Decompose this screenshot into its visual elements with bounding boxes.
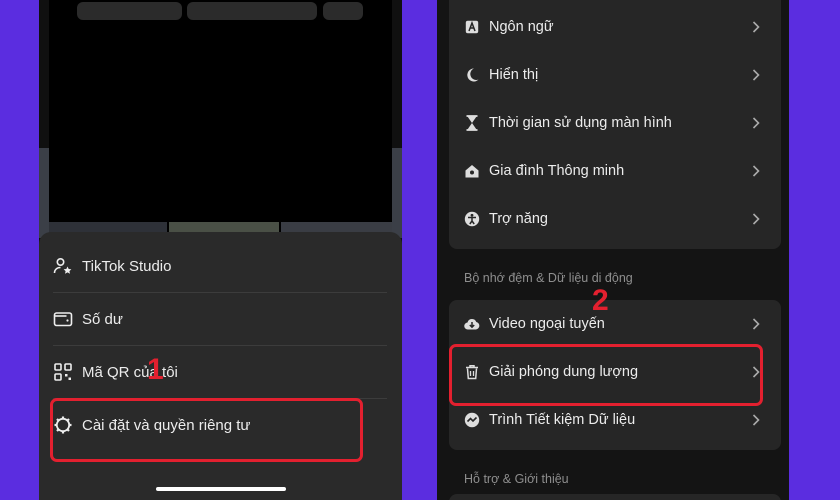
- settings-item-label: Ngôn ngữ: [489, 19, 554, 35]
- chevron-right-icon: [751, 21, 761, 33]
- person-star-icon: [53, 256, 73, 276]
- section-header-cache: Bộ nhớ đệm & Dữ liệu di động: [464, 271, 633, 285]
- settings-item-label: Thời gian sử dụng màn hình: [489, 115, 672, 131]
- settings-group-display: Ngôn ngữ Hiển thị Thời gian sử dụng màn …: [449, 0, 781, 249]
- menu-item-tiktok-studio[interactable]: TikTok Studio: [53, 240, 387, 293]
- wallet-icon: [53, 309, 73, 329]
- settings-group-support: [449, 494, 781, 500]
- chevron-right-icon: [751, 117, 761, 129]
- menu-item-balance[interactable]: Số dư: [53, 293, 387, 346]
- menu-item-label: Số dư: [82, 310, 123, 328]
- settings-item-screen-time[interactable]: Thời gian sử dụng màn hình: [449, 99, 781, 147]
- data-saver-icon: [464, 412, 480, 428]
- settings-item-family-pairing[interactable]: Gia đình Thông minh: [449, 147, 781, 195]
- menu-item-label: TikTok Studio: [82, 257, 172, 275]
- highlight-box-step1: [50, 398, 363, 462]
- chevron-right-icon: [751, 213, 761, 225]
- moon-icon: [464, 67, 480, 83]
- chevron-right-icon: [751, 414, 761, 426]
- thumbnail[interactable]: [187, 2, 317, 20]
- thumbnail-edge: [39, 148, 49, 238]
- section-header-support: Hỗ trợ & Giới thiệu: [464, 472, 569, 486]
- menu-item-my-qr-code[interactable]: Mã QR của tôi: [53, 346, 387, 399]
- hourglass-icon: [464, 115, 480, 131]
- house-icon: [464, 163, 480, 179]
- highlight-box-step2: [449, 344, 763, 406]
- cloud-download-icon: [464, 316, 480, 332]
- settings-item-label: Trình Tiết kiệm Dữ liệu: [489, 412, 636, 428]
- settings-item-label: Hiển thị: [489, 67, 539, 83]
- profile-video-area: [49, 0, 392, 232]
- qr-code-icon: [53, 362, 73, 382]
- chevron-right-icon: [751, 318, 761, 330]
- settings-item-label: Video ngoại tuyến: [489, 316, 605, 332]
- home-indicator: [156, 487, 286, 491]
- accessibility-icon: [464, 211, 480, 227]
- chevron-right-icon: [751, 69, 761, 81]
- settings-item-offline-videos[interactable]: Video ngoại tuyến: [449, 300, 781, 348]
- chevron-right-icon: [751, 165, 761, 177]
- thumbnail-edge: [392, 148, 402, 238]
- settings-item-display[interactable]: Hiển thị: [449, 51, 781, 99]
- settings-item-accessibility[interactable]: Trợ năng: [449, 195, 781, 243]
- step-number-1: 1: [147, 353, 164, 386]
- step-number-2: 2: [592, 284, 609, 317]
- settings-item-label: Trợ năng: [489, 211, 548, 227]
- top-thumbnails: [77, 0, 367, 20]
- language-icon: [464, 19, 480, 35]
- thumbnail[interactable]: [77, 2, 182, 20]
- settings-item-language[interactable]: Ngôn ngữ: [449, 3, 781, 51]
- thumbnail[interactable]: [323, 2, 363, 20]
- right-phone-screen: Ngôn ngữ Hiển thị Thời gian sử dụng màn …: [437, 0, 789, 500]
- settings-item-label: Gia đình Thông minh: [489, 163, 625, 179]
